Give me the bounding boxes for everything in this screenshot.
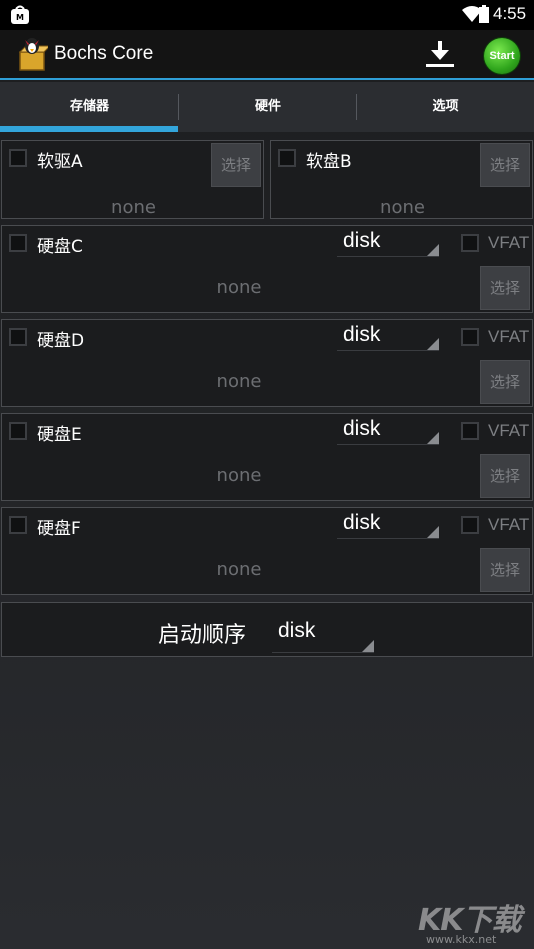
floppy-a-select-button[interactable]: 选择 — [211, 143, 261, 187]
hdd-c-path: none — [216, 277, 262, 298]
watermark-logo: KK下载 www.kkx.net — [418, 895, 521, 946]
hdd-d-type-dropdown[interactable]: disk — [337, 321, 439, 351]
tab-label: 存储器 — [69, 99, 109, 114]
hdd-c-select-button[interactable]: 选择 — [480, 266, 530, 310]
hdd-e-select-button[interactable]: 选择 — [480, 454, 530, 498]
dropdown-arrow-icon — [427, 244, 439, 256]
hdd-f-path: none — [216, 559, 262, 580]
hdd-d-label: 硬盘D — [37, 331, 85, 351]
hdd-f-vfat-label: VFAT — [488, 515, 530, 534]
hdd-e-type-dropdown[interactable]: disk — [337, 415, 439, 445]
floppy-b-panel: 软盘B 选择 none — [270, 140, 533, 219]
hdd-d-select-button[interactable]: 选择 — [480, 360, 530, 404]
hdd-c-vfat-checkbox[interactable] — [461, 234, 479, 252]
tab-storage[interactable]: 存储器 — [0, 82, 179, 132]
tab-hardware[interactable]: 硬件 — [179, 82, 357, 132]
hdd-e-vfat-checkbox[interactable] — [461, 422, 479, 440]
tab-options[interactable]: 选项 — [357, 82, 534, 132]
hdd-d-vfat-checkbox[interactable] — [461, 328, 479, 346]
app-title: Bochs Core — [54, 43, 154, 64]
action-bar: Bochs Core Start — [0, 30, 534, 80]
hdd-d-type-value: disk — [343, 323, 381, 346]
hdd-d-vfat-label: VFAT — [488, 327, 530, 346]
svg-text:M: M — [16, 13, 24, 22]
start-button[interactable]: Start — [484, 38, 520, 74]
hdd-e-path: none — [216, 465, 262, 486]
floppy-b-path: none — [380, 197, 425, 218]
dropdown-arrow-icon — [427, 338, 439, 350]
dropdown-arrow-icon — [427, 432, 439, 444]
hdd-f-type-value: disk — [343, 511, 381, 534]
dropdown-arrow-icon — [362, 640, 374, 652]
hdd-d-checkbox[interactable] — [9, 328, 27, 346]
hdd-c-vfat-label: VFAT — [488, 233, 530, 252]
status-bar: M 4:55 — [0, 0, 534, 30]
watermark-url: www.kkx.net — [426, 933, 497, 946]
hdd-f-checkbox[interactable] — [9, 516, 27, 534]
hdd-d-path: none — [216, 371, 262, 392]
boot-order-panel: 启动顺序 disk — [1, 602, 533, 657]
clock: 4:55 — [493, 4, 527, 23]
hdd-e-label: 硬盘E — [37, 425, 82, 445]
floppy-b-select-button[interactable]: 选择 — [480, 143, 530, 187]
floppy-a-path: none — [111, 197, 156, 218]
floppy-a-panel: 软驱A 选择 none — [1, 140, 264, 219]
hdd-e-panel: 硬盘E disk VFAT none 选择 — [1, 413, 533, 501]
app-logo-icon — [16, 36, 52, 76]
hdd-c-type-value: disk — [343, 229, 381, 252]
hdd-e-checkbox[interactable] — [9, 422, 27, 440]
tab-selected-indicator — [0, 126, 178, 132]
notification-app-icon: M — [10, 5, 30, 29]
dropdown-arrow-icon — [427, 526, 439, 538]
hdd-f-type-dropdown[interactable]: disk — [337, 509, 439, 539]
hdd-f-label: 硬盘F — [37, 519, 81, 539]
hdd-d-panel: 硬盘D disk VFAT none 选择 — [1, 319, 533, 407]
floppy-a-checkbox[interactable] — [9, 149, 27, 167]
floppy-b-checkbox[interactable] — [278, 149, 296, 167]
hdd-e-type-value: disk — [343, 417, 381, 440]
hdd-c-panel: 硬盘C disk VFAT none 选择 — [1, 225, 533, 313]
tab-bar: 存储器 硬件 选项 — [0, 82, 534, 132]
hdd-c-label: 硬盘C — [37, 237, 83, 257]
boot-order-dropdown[interactable]: disk — [272, 617, 374, 653]
floppy-a-label: 软驱A — [37, 152, 83, 172]
boot-order-value: disk — [278, 619, 316, 642]
hdd-e-vfat-label: VFAT — [488, 421, 530, 440]
hdd-f-select-button[interactable]: 选择 — [480, 548, 530, 592]
hdd-f-vfat-checkbox[interactable] — [461, 516, 479, 534]
download-icon[interactable] — [424, 38, 456, 74]
hdd-f-panel: 硬盘F disk VFAT none 选择 — [1, 507, 533, 595]
hdd-c-checkbox[interactable] — [9, 234, 27, 252]
floppy-b-label: 软盘B — [306, 152, 352, 172]
tab-label: 选项 — [432, 99, 459, 114]
tab-label: 硬件 — [254, 99, 281, 114]
hdd-c-type-dropdown[interactable]: disk — [337, 227, 439, 257]
battery-icon — [479, 5, 489, 27]
boot-order-label: 启动顺序 — [158, 623, 247, 648]
